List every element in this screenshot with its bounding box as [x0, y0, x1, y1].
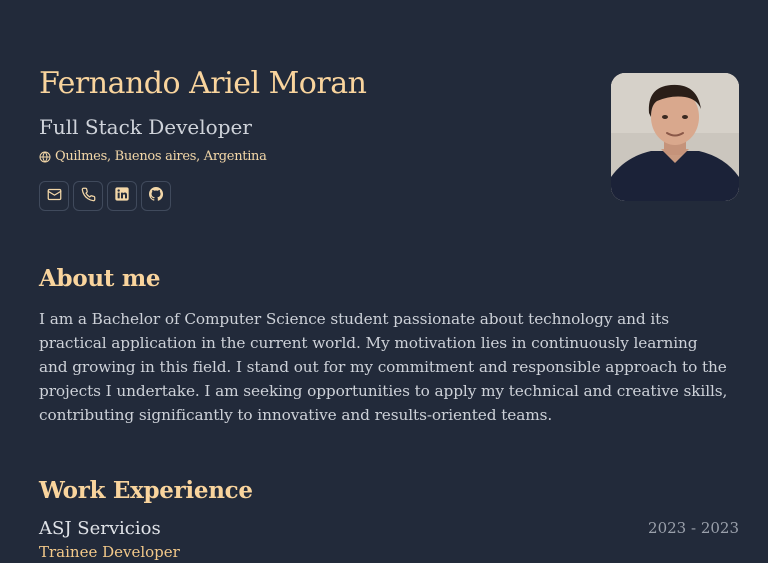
work-dates: 2023 - 2023 — [648, 519, 739, 537]
linkedin-button[interactable] — [107, 181, 137, 211]
social-links — [39, 181, 171, 211]
about-text: I am a Bachelor of Computer Science stud… — [39, 310, 728, 424]
linkedin-icon — [114, 186, 130, 206]
page-title: Fernando Ariel Moran — [39, 66, 367, 101]
work-experience-heading: Work Experience — [39, 477, 253, 504]
globe-icon — [39, 151, 51, 163]
github-button[interactable] — [141, 181, 171, 211]
location-label: Quilmes, Buenos aires, Argentina — [55, 149, 267, 164]
phone-button[interactable] — [73, 181, 103, 211]
about-heading: About me — [39, 265, 161, 292]
job-title: Full Stack Developer — [39, 115, 252, 139]
mail-icon — [47, 187, 62, 206]
phone-icon — [81, 187, 96, 206]
company-name: ASJ Servicios — [39, 518, 161, 539]
github-icon — [148, 186, 164, 206]
email-button[interactable] — [39, 181, 69, 211]
location: Quilmes, Buenos aires, Argentina — [39, 149, 267, 164]
work-role: Trainee Developer — [39, 543, 180, 561]
avatar — [611, 73, 739, 201]
